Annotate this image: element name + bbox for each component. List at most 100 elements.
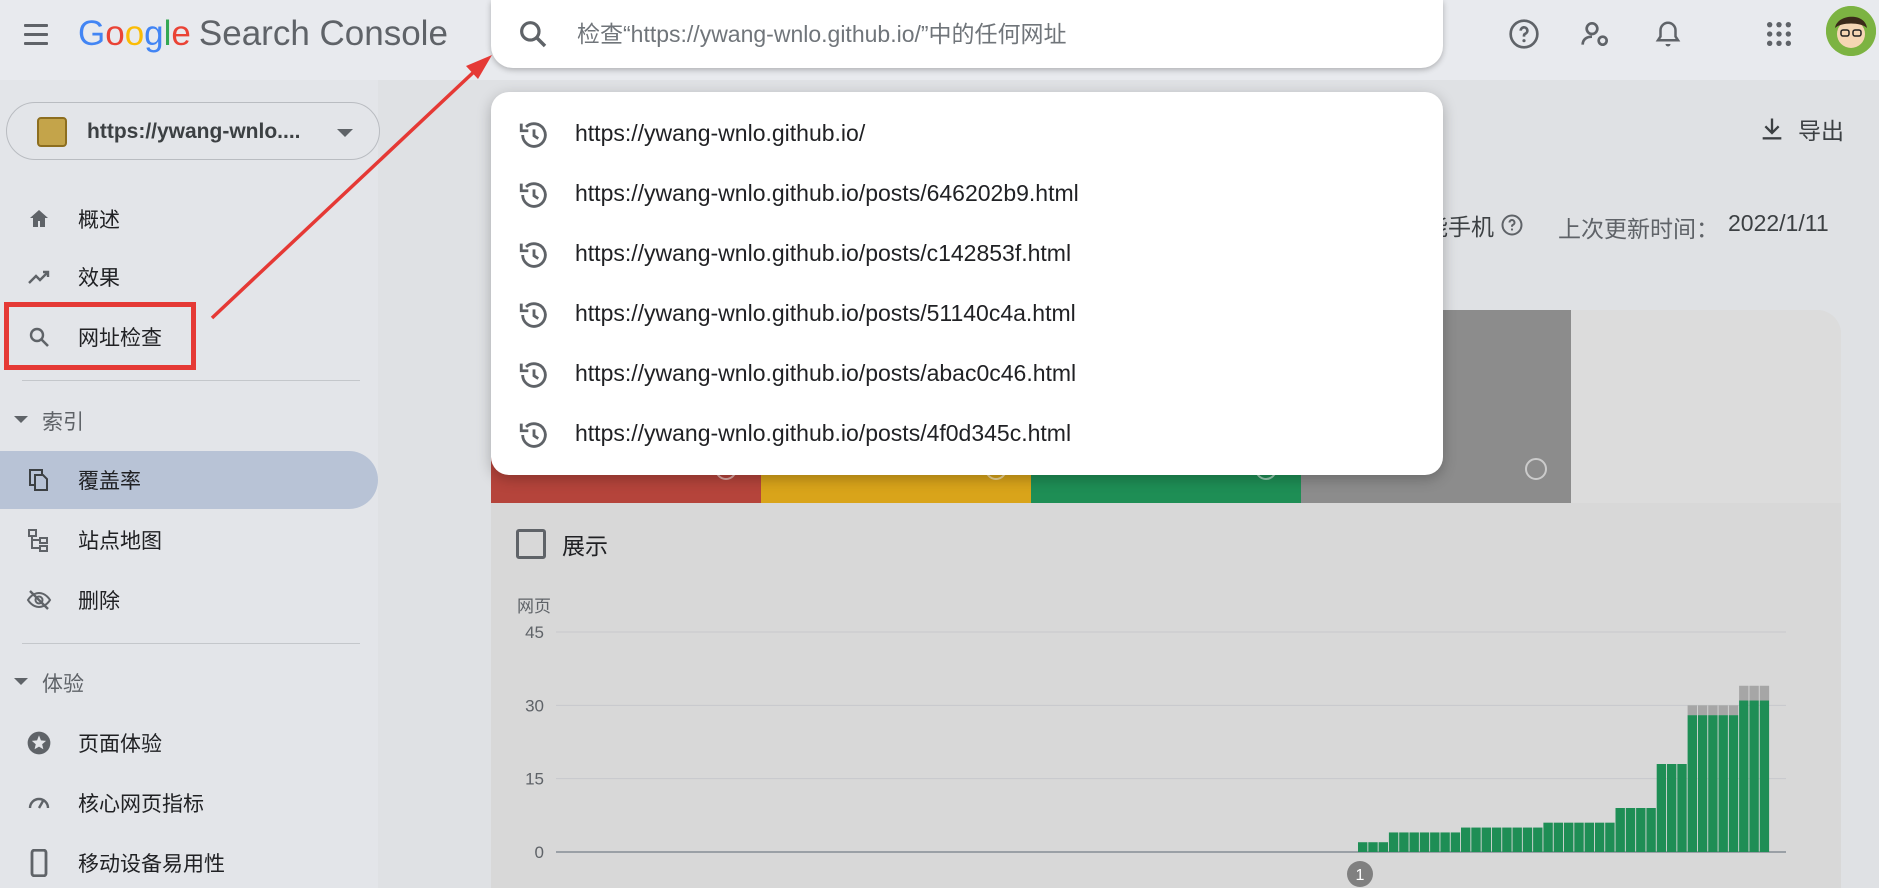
bar-excluded[interactable] [1739,685,1749,701]
user-avatar[interactable] [1826,6,1876,56]
sidebar: https://ywang-wnlo.... 概述 效果 网址检查 索引 覆盖率… [0,80,380,888]
bar-valid[interactable] [1502,827,1512,852]
history-icon [517,118,551,157]
sidebar-item-page-experience[interactable]: 页面体验 [0,714,378,772]
history-icon [517,418,551,457]
bar-valid[interactable] [1605,822,1615,852]
bar-valid[interactable] [1574,822,1584,852]
bar-valid[interactable] [1491,827,1502,852]
bar-valid[interactable] [1388,832,1399,852]
sidebar-item-overview[interactable]: 概述 [0,190,378,248]
bar-valid[interactable] [1594,822,1605,852]
bar-valid[interactable] [1759,700,1770,852]
bar-excluded[interactable] [1687,705,1697,716]
bar-valid[interactable] [1512,827,1522,852]
bar-excluded[interactable] [1728,705,1739,716]
coverage-chart: 网页 0 15 30 45 1 [491,590,1841,888]
sidebar-item-performance[interactable]: 效果 [0,248,378,306]
speedometer-icon [26,790,52,816]
bar-valid[interactable] [1358,842,1368,852]
list-item[interactable]: https://ywang-wnlo.github.io/posts/c1428… [491,224,1443,284]
export-button[interactable]: 导出 [1758,112,1844,146]
bar-valid[interactable] [1697,715,1708,852]
sitemap-icon [26,527,52,553]
home-icon [26,206,52,232]
bar-valid[interactable] [1409,832,1419,852]
hamburger-menu-icon[interactable] [20,18,52,50]
card-corner [1571,310,1841,503]
sidebar-item-removals[interactable]: 删除 [0,571,378,629]
app-logo[interactable]: Google Search Console [78,14,448,54]
bar-valid[interactable] [1543,822,1553,852]
sidebar-item-sitemaps[interactable]: 站点地图 [0,511,378,569]
section-index[interactable]: 索引 [0,400,378,440]
checkbox[interactable] [516,529,546,559]
bar-valid[interactable] [1625,808,1636,852]
sidebar-item-mobile-usability[interactable]: 移动设备易用性 [0,834,378,888]
divider [22,643,360,644]
bar-valid[interactable] [1378,842,1388,852]
bar-valid[interactable] [1399,832,1409,852]
bar-valid[interactable] [1708,715,1718,852]
notifications-icon[interactable] [1648,14,1688,54]
trending-up-icon [26,264,52,290]
recent-urls-dropdown: https://ywang-wnlo.github.io/ https://yw… [491,92,1443,475]
bar-valid[interactable] [1687,715,1697,852]
last-updated-label: 上次更新时间： [1558,216,1719,242]
list-item[interactable]: https://ywang-wnlo.github.io/posts/4f0d3… [491,404,1443,464]
bar-valid[interactable] [1522,827,1533,852]
bar-valid[interactable] [1615,808,1625,852]
account-settings-icon[interactable] [1576,14,1616,54]
bar-valid[interactable] [1718,715,1728,852]
bar-valid[interactable] [1430,832,1440,852]
bar-valid[interactable] [1461,827,1471,852]
sidebar-item-core-web-vitals[interactable]: 核心网页指标 [0,774,378,832]
bar-valid[interactable] [1677,764,1687,852]
bar-excluded[interactable] [1697,705,1708,716]
bar-valid[interactable] [1553,822,1564,852]
show-impressions-toggle[interactable]: 展示 [516,527,608,561]
help-icon[interactable] [1500,213,1524,237]
bar-valid[interactable] [1656,764,1667,852]
list-item[interactable]: https://ywang-wnlo.github.io/posts/64620… [491,164,1443,224]
search-input[interactable] [577,16,1397,52]
bar-excluded[interactable] [1718,705,1728,716]
bar-valid[interactable] [1749,700,1759,852]
url-inspection-search [491,0,1443,68]
collapse-triangle-icon [14,416,28,423]
bar-excluded[interactable] [1759,685,1770,701]
highlight-annotation [4,302,196,370]
bar-valid[interactable] [1440,832,1450,852]
property-selector[interactable]: https://ywang-wnlo.... [6,102,380,160]
collapse-triangle-icon [14,678,28,685]
bar-valid[interactable] [1481,827,1491,852]
bar-excluded[interactable] [1749,685,1759,701]
copy-icon [26,467,52,493]
history-icon [517,178,551,217]
bar-valid[interactable] [1584,822,1594,852]
y-tick-label: 0 [535,843,544,862]
bar-valid[interactable] [1533,827,1543,852]
bar-valid[interactable] [1471,827,1481,852]
list-item[interactable]: https://ywang-wnlo.github.io/posts/51140… [491,284,1443,344]
sidebar-item-coverage[interactable]: 覆盖率 [0,451,378,509]
list-item[interactable]: https://ywang-wnlo.github.io/posts/abac0… [491,344,1443,404]
download-icon [1762,118,1782,140]
apps-grid-icon[interactable] [1759,14,1799,54]
bar-valid[interactable] [1419,832,1430,852]
help-icon[interactable] [1525,458,1547,480]
bar-valid[interactable] [1667,764,1677,852]
bar-valid[interactable] [1450,832,1461,852]
bar-excluded[interactable] [1708,705,1718,716]
bar-valid[interactable] [1646,808,1656,852]
bar-valid[interactable] [1739,700,1749,852]
bar-valid[interactable] [1728,715,1739,852]
help-icon[interactable] [1504,14,1544,54]
bar-valid[interactable] [1368,842,1378,852]
list-item[interactable]: https://ywang-wnlo.github.io/ [491,104,1443,164]
section-experience[interactable]: 体验 [0,662,378,702]
bar-valid[interactable] [1564,822,1574,852]
y-tick-label: 15 [525,770,544,789]
bar-valid[interactable] [1636,808,1646,852]
divider [22,380,360,381]
